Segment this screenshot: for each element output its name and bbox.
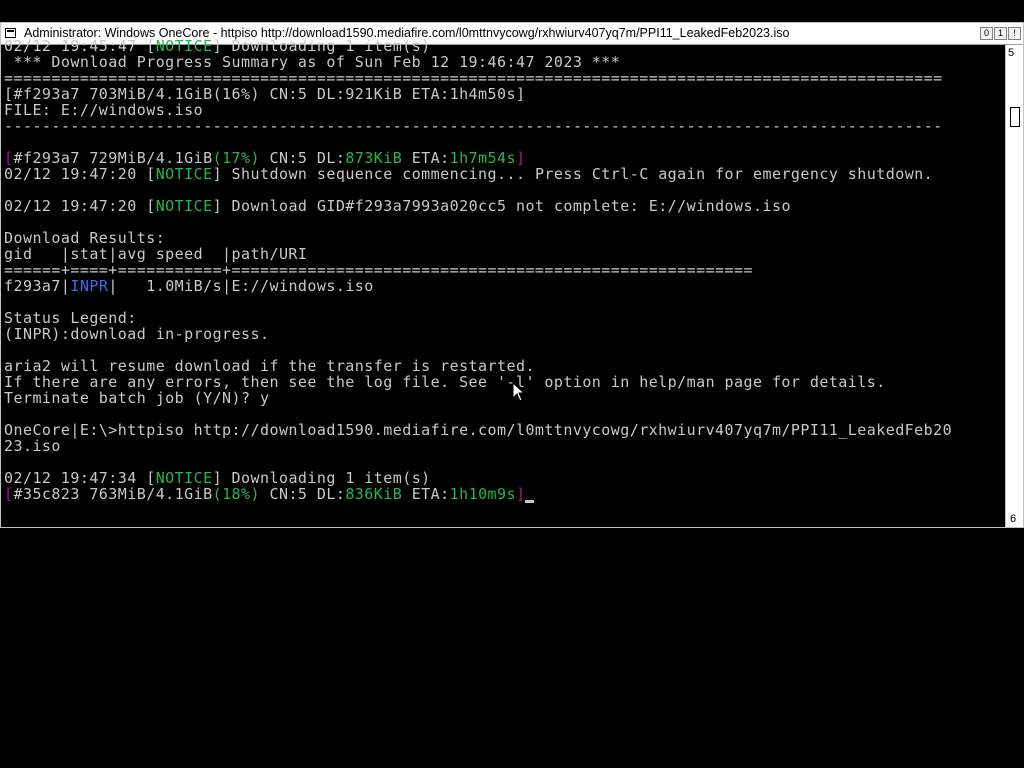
console-line: 02/12 19:47:20 [NOTICE] Shutdown sequenc… — [4, 165, 934, 183]
console-line: ======+====+===========+================… — [4, 261, 753, 279]
console-line: Terminate batch job (Y/N)? y — [4, 389, 270, 407]
console-line: aria2 will resume download if the transf… — [4, 357, 535, 375]
console-line: FILE: E://windows.iso — [4, 101, 204, 119]
console-line: *** Download Progress Summary as of Sun … — [4, 53, 621, 71]
console-line: [#35c823 763MiB/4.1GiB(18%) CN:5 DL:836K… — [4, 486, 535, 503]
close-button[interactable]: ! — [1008, 27, 1021, 40]
console-line: Status Legend: — [4, 309, 137, 327]
console-line: If there are any errors, then see the lo… — [4, 373, 886, 391]
console-line: ========================================… — [4, 69, 943, 87]
text-cursor — [525, 500, 535, 503]
console-line: 02/12 19:47:34 [NOTICE] Downloading 1 it… — [4, 469, 431, 487]
console-line: gid |stat|avg speed |path/URI — [4, 245, 308, 263]
vertical-scrollbar[interactable]: 5 6 — [1005, 45, 1023, 527]
console-line: OneCore|E:\>httpiso http://download1590.… — [4, 421, 953, 439]
mouse-pointer-icon — [512, 382, 526, 402]
console-line: ----------------------------------------… — [4, 117, 943, 135]
scroll-thumb[interactable] — [1010, 107, 1020, 127]
console-output[interactable]: 02/12 19:45:47 [NOTICE] Downloading 1 it… — [4, 38, 1002, 524]
console-line: [#f293a7 703MiB/4.1GiB(16%) CN:5 DL:921K… — [4, 85, 526, 103]
console-line: f293a7|INPR| 1.0MiB/s|E://windows.iso — [4, 277, 374, 295]
console-line: (INPR):download in-progress. — [4, 325, 270, 343]
console-line: 23.iso — [4, 437, 61, 455]
window-icon[interactable] — [5, 28, 16, 38]
console-line: 02/12 19:45:47 [NOTICE] Downloading 1 it… — [4, 38, 431, 55]
console-line: 02/12 19:47:20 [NOTICE] Download GID#f29… — [4, 197, 791, 215]
scroll-down-button[interactable]: 6 — [1010, 513, 1016, 525]
scroll-up-button[interactable]: 5 — [1008, 47, 1014, 59]
console-line: [#f293a7 729MiB/4.1GiB(17%) CN:5 DL:873K… — [4, 149, 526, 167]
console-line: Download Results: — [4, 229, 166, 247]
